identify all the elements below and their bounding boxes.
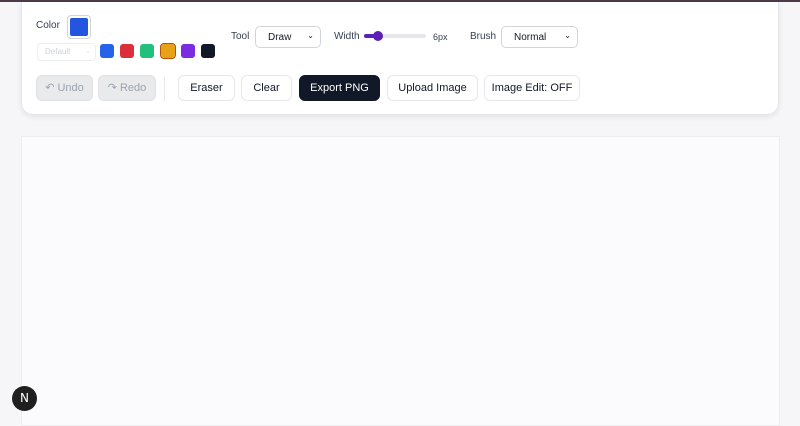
color-label: Color xyxy=(36,20,60,31)
color-picker[interactable] xyxy=(67,15,91,39)
tool-label: Tool xyxy=(231,31,250,42)
width-label: Width xyxy=(334,31,360,42)
toolbar-divider xyxy=(164,77,165,101)
eraser-button[interactable]: Eraser xyxy=(178,75,235,101)
upload-image-button[interactable]: Upload Image xyxy=(387,75,478,101)
swatch-purple[interactable] xyxy=(181,44,195,58)
swatch-green[interactable] xyxy=(140,44,154,58)
drawing-toolbar: Color Default ⌄ Tool Draw ⌄ Width 6px Br… xyxy=(21,2,779,115)
undo-button[interactable]: ↶ Undo xyxy=(36,75,93,101)
swatch-red[interactable] xyxy=(120,44,134,58)
swatch-black[interactable] xyxy=(201,44,215,58)
chevron-down-icon: ⌄ xyxy=(307,31,314,40)
drawing-canvas[interactable] xyxy=(21,136,780,426)
next-dev-badge[interactable]: N xyxy=(12,386,37,411)
tool-select[interactable]: Draw ⌄ xyxy=(255,26,321,48)
swatch-blue[interactable] xyxy=(100,44,114,58)
swatch-orange[interactable] xyxy=(160,43,176,59)
image-edit-toggle-button[interactable]: Image Edit: OFF xyxy=(484,75,580,101)
chevron-down-icon: ⌄ xyxy=(564,31,571,40)
width-value: 6px xyxy=(433,32,448,42)
width-slider-thumb[interactable] xyxy=(373,31,383,41)
brush-select[interactable]: Normal ⌄ xyxy=(501,26,578,48)
current-color-fill xyxy=(70,18,88,36)
clear-button[interactable]: Clear xyxy=(241,75,292,101)
color-preset-select[interactable]: Default ⌄ xyxy=(37,43,96,61)
chevron-down-icon: ⌄ xyxy=(85,48,91,55)
export-png-button[interactable]: Export PNG xyxy=(299,75,380,101)
brush-select-value: Normal xyxy=(514,32,547,43)
color-preset-value: Default xyxy=(45,47,71,56)
brush-label: Brush xyxy=(470,31,497,42)
tool-select-value: Draw xyxy=(268,32,292,43)
redo-button[interactable]: ↷ Redo xyxy=(98,75,156,101)
